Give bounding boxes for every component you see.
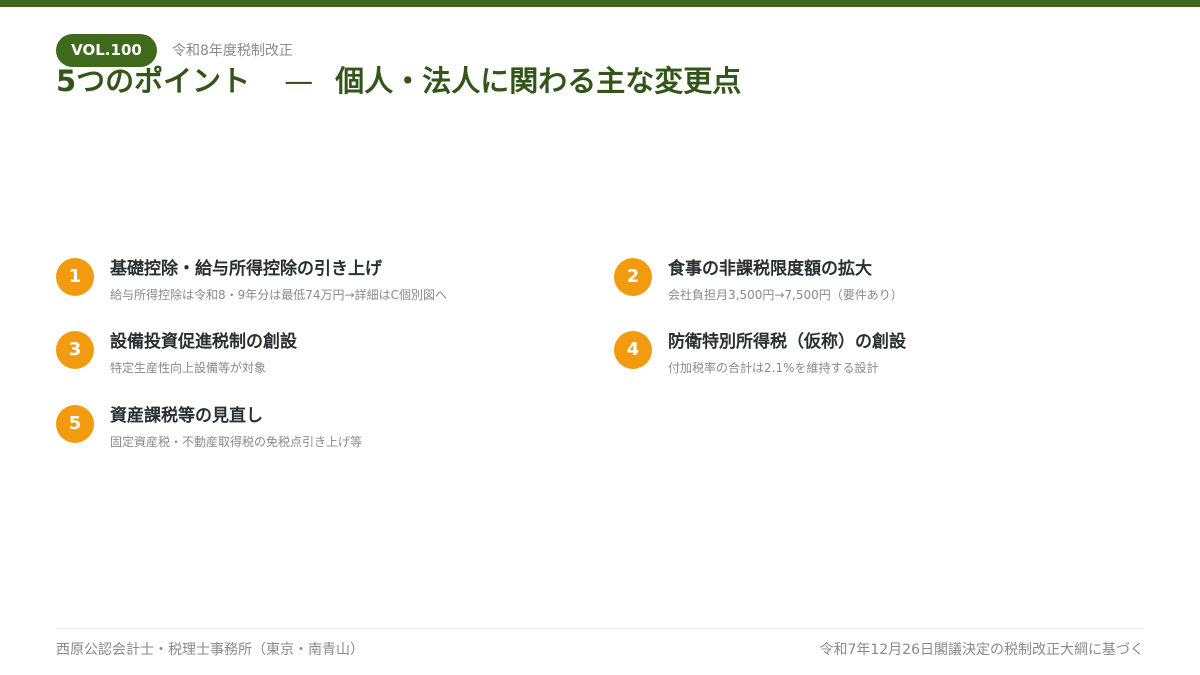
title-separator: — <box>284 64 314 98</box>
point-number-badge: 1 <box>56 258 94 296</box>
point-title: 基礎控除・給与所得控除の引き上げ <box>110 259 382 279</box>
page-subtitle: 令和8年度税制改正 <box>172 43 293 59</box>
point-title: 防衛特別所得税（仮称）の創設 <box>668 332 906 352</box>
point-title: 設備投資促進税制の創設 <box>110 332 297 352</box>
page-title: 5つのポイント — 個人・法人に関わる主な変更点 <box>56 62 741 100</box>
footer-source-note: 令和7年12月26日閣議決定の税制改正大綱に基づく <box>819 642 1144 658</box>
point-item-1: 1 基礎控除・給与所得控除の引き上げ 給与所得控除は令和8・9年分は最低74万円… <box>56 258 576 318</box>
point-number-badge: 3 <box>56 331 94 369</box>
top-accent-bar <box>0 0 1200 7</box>
footer-firm-name: 西原公認会計士・税理士事務所（東京・南青山） <box>56 642 364 658</box>
point-description: 固定資産税・不動産取得税の免税点引き上げ等 <box>110 435 363 449</box>
point-number-badge: 4 <box>614 331 652 369</box>
point-number-badge: 5 <box>56 405 94 443</box>
point-description: 特定生産性向上設備等が対象 <box>110 361 267 375</box>
point-title: 資産課税等の見直し <box>110 406 263 426</box>
point-title: 食事の非課税限度額の拡大 <box>668 259 872 279</box>
point-item-3: 3 設備投資促進税制の創設 特定生産性向上設備等が対象 <box>56 331 576 391</box>
point-item-5: 5 資産課税等の見直し 固定資産税・不動産取得税の免税点引き上げ等 <box>56 405 576 465</box>
page-title-sub: 個人・法人に関わる主な変更点 <box>335 64 742 98</box>
page-title-main: 5つのポイント <box>56 64 251 98</box>
point-item-4: 4 防衛特別所得税（仮称）の創設 付加税率の合計は2.1%を維持する設計 <box>614 331 1134 391</box>
point-number-badge: 2 <box>614 258 652 296</box>
point-item-2: 2 食事の非課税限度額の拡大 会社負担月3,500円→7,500円（要件あり） <box>614 258 1134 318</box>
point-description: 会社負担月3,500円→7,500円（要件あり） <box>668 288 903 302</box>
footer-divider <box>56 628 1144 629</box>
point-description: 給与所得控除は令和8・9年分は最低74万円→詳細はC個別図へ <box>110 288 447 302</box>
point-description: 付加税率の合計は2.1%を維持する設計 <box>668 361 879 375</box>
